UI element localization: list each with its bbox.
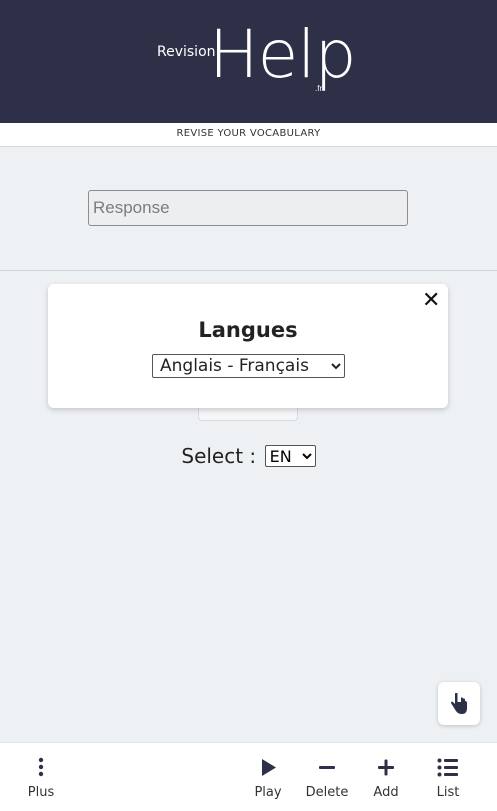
languages-modal: ✕ Langues Anglais - Français: [48, 284, 448, 408]
response-section: [0, 147, 497, 271]
nav-add-label: Add: [373, 785, 399, 800]
play-icon: [262, 759, 276, 776]
close-icon[interactable]: ✕: [422, 290, 440, 312]
nav-play-label: Play: [254, 785, 282, 800]
nav-play[interactable]: Play: [244, 743, 292, 811]
app-header: Revision Help .fr: [0, 0, 497, 123]
language-pair-select[interactable]: Anglais - Français: [152, 354, 345, 378]
nav-delete-label: Delete: [305, 785, 349, 800]
nav-plus[interactable]: Plus: [16, 743, 66, 811]
nav-list[interactable]: List: [424, 743, 472, 811]
hand-pointer-button[interactable]: [438, 682, 480, 725]
plus-icon: [378, 759, 394, 776]
logo-text-help: Help: [209, 16, 356, 93]
nav-plus-label: Plus: [27, 785, 55, 800]
nav-list-label: List: [436, 785, 460, 800]
response-input[interactable]: [88, 190, 408, 226]
page-subtitle: REVISE YOUR VOCABULARY: [0, 123, 497, 147]
hand-pointer-icon: [451, 692, 467, 714]
logo-text-revision: Revision: [157, 44, 216, 60]
logo-text-fr: .fr: [315, 84, 323, 93]
modal-title: Langues: [198, 318, 298, 342]
logo[interactable]: Revision Help .fr: [157, 22, 356, 98]
language-select[interactable]: EN: [264, 445, 316, 467]
minus-icon: [319, 766, 335, 769]
nav-delete[interactable]: Delete: [302, 743, 352, 811]
bottom-navigation: Plus Play Delete Add List: [0, 742, 497, 811]
select-row: Select : EN: [0, 444, 497, 470]
list-icon: [437, 758, 458, 777]
select-label: Select :: [181, 444, 257, 468]
more-vertical-icon: [38, 757, 44, 777]
nav-add[interactable]: Add: [362, 743, 410, 811]
